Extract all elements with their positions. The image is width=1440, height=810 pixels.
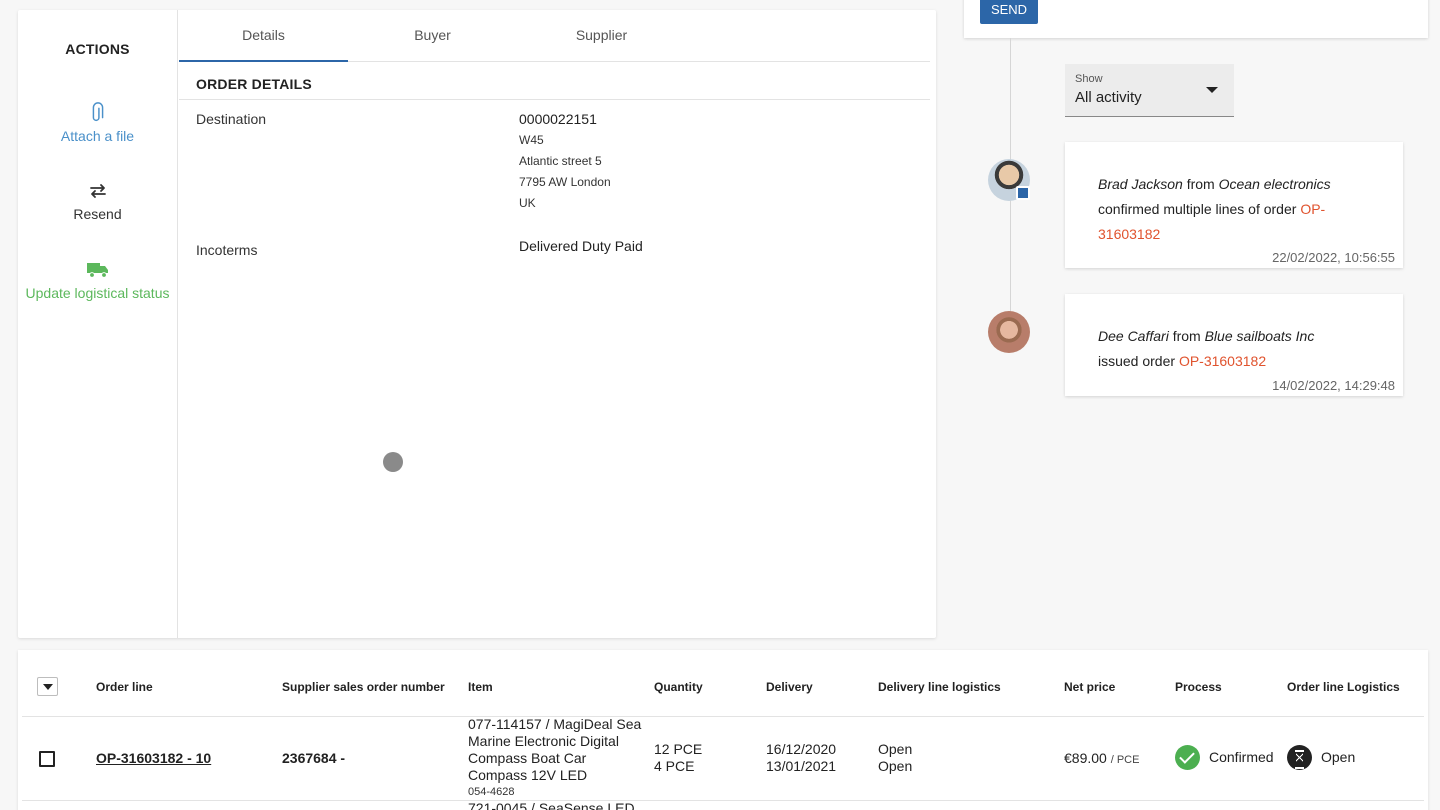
activity-action: confirmed multiple lines of order — [1098, 201, 1297, 217]
activity-card: Dee Caffari from Blue sailboats Inc issu… — [1065, 294, 1403, 396]
avatar — [988, 311, 1030, 353]
activity-from: from — [1172, 328, 1201, 344]
tab-details[interactable]: Details — [179, 10, 348, 62]
activity-user: Brad Jackson — [1098, 176, 1183, 192]
tab-buyer[interactable]: Buyer — [348, 10, 517, 62]
resend-action[interactable]: Resend — [18, 180, 177, 223]
delivery-logistics-status: Open — [878, 741, 913, 757]
bookmark-icon — [1016, 186, 1030, 200]
net-price-cell: €89.00 / PCE — [1064, 750, 1139, 766]
activity-filter-label: Show — [1075, 73, 1103, 85]
activity-timestamp: 22/02/2022, 10:56:55 — [1272, 250, 1395, 265]
delivery-cell: 16/12/2020 13/01/2021 — [766, 741, 836, 775]
supplier-so-number: 2367684 - — [282, 750, 346, 766]
repeat-icon — [89, 184, 106, 198]
column-header-order-line[interactable]: Order line — [96, 680, 153, 694]
column-header-order-line-logistics[interactable]: Order line Logistics — [1287, 680, 1400, 694]
send-button[interactable]: SEND — [980, 0, 1038, 24]
detail-tabs: Details Buyer Supplier — [179, 10, 930, 62]
net-price-unit: / PCE — [1110, 754, 1140, 766]
update-logistics-label: Update logistical status — [25, 285, 170, 301]
actions-title: ACTIONS — [65, 41, 130, 57]
delivery-logistics-status: Open — [878, 758, 913, 774]
select-all-dropdown[interactable] — [37, 677, 58, 696]
item-description: 077-114157 / MagiDeal Sea Marine Electro… — [468, 716, 658, 801]
order-card: ACTIONS Attach a file Resend Update logi… — [18, 10, 936, 638]
item-line: 077-114157 / MagiDeal Sea — [468, 716, 642, 732]
update-logistics-action[interactable]: Update logistical status — [18, 259, 177, 302]
order-link[interactable]: OP-31603182 — [1179, 353, 1266, 369]
activity-filter-select[interactable]: Show All activity — [1065, 64, 1234, 117]
column-header-net-price[interactable]: Net price — [1064, 680, 1115, 694]
next-row-item: 721-0045 / SeaSense LED — [468, 800, 635, 810]
activity-card: Brad Jackson from Ocean electronics conf… — [1065, 142, 1403, 268]
net-price-value: €89.00 — [1064, 750, 1107, 766]
order-details-title: ORDER DETAILS — [196, 76, 312, 92]
delivery-date: 16/12/2020 — [766, 741, 837, 757]
item-line: Compass 12V LED — [468, 767, 588, 783]
activity-company: Blue sailboats Inc — [1204, 328, 1315, 344]
process-status: Confirmed — [1209, 749, 1274, 765]
column-header-delivery[interactable]: Delivery — [766, 680, 813, 694]
item-line: Compass Boat Car — [468, 750, 587, 766]
truck-icon — [86, 263, 108, 278]
resend-label: Resend — [73, 206, 122, 222]
incoterms-label: Incoterms — [196, 242, 258, 258]
check-circle-icon — [1175, 745, 1200, 770]
activity-text: Dee Caffari from Blue sailboats Inc issu… — [1098, 324, 1353, 374]
column-header-supplier-so[interactable]: Supplier sales order number — [282, 680, 445, 694]
hourglass-icon — [1287, 745, 1312, 770]
activity-from: from — [1186, 176, 1215, 192]
column-header-process[interactable]: Process — [1175, 680, 1222, 694]
attach-file-action[interactable]: Attach a file — [18, 102, 177, 145]
column-header-quantity[interactable]: Quantity — [654, 680, 703, 694]
incoterms-value: Delivered Duty Paid — [519, 238, 643, 254]
activity-action: issued order — [1098, 353, 1176, 369]
address-line: W45 — [519, 133, 544, 147]
paperclip-icon — [92, 102, 103, 121]
activity-user: Dee Caffari — [1098, 328, 1169, 344]
address-line: 7795 AW London — [519, 175, 611, 189]
tab-supplier[interactable]: Supplier — [517, 10, 686, 62]
activity-company: Ocean electronics — [1218, 176, 1331, 192]
destination-code: 0000022151 — [519, 111, 597, 127]
actions-panel: ACTIONS Attach a file Resend Update logi… — [18, 10, 178, 638]
caret-down-icon — [1206, 87, 1218, 93]
row-checkbox[interactable] — [39, 751, 55, 767]
quantity-value: 12 PCE — [654, 741, 703, 757]
cursor-indicator — [383, 452, 403, 472]
activity-filter-value: All activity — [1075, 89, 1142, 106]
order-line-link[interactable]: OP-31603182 - 10 — [96, 750, 211, 766]
delivery-logistics-cell: Open Open — [878, 741, 912, 775]
quantity-value: 4 PCE — [654, 758, 695, 774]
item-line: Marine Electronic Digital — [468, 733, 619, 749]
attach-file-label: Attach a file — [60, 128, 135, 144]
header-divider — [22, 716, 1424, 717]
address-line: Atlantic street 5 — [519, 154, 602, 168]
column-header-item[interactable]: Item — [468, 680, 493, 694]
order-line-logistics-status: Open — [1321, 749, 1356, 765]
column-header-delivery-logistics[interactable]: Delivery line logistics — [878, 680, 1001, 694]
section-divider — [179, 99, 930, 100]
order-lines-table: Order line Supplier sales order number I… — [18, 650, 1428, 810]
row-divider — [22, 800, 1424, 801]
activity-text: Brad Jackson from Ocean electronics conf… — [1098, 172, 1353, 247]
quantity-cell: 12 PCE 4 PCE — [654, 741, 702, 775]
delivery-date: 13/01/2021 — [766, 758, 837, 774]
item-code: 054-4628 — [468, 786, 515, 798]
address-line: UK — [519, 196, 536, 210]
destination-label: Destination — [196, 111, 267, 127]
activity-timestamp: 14/02/2022, 14:29:48 — [1272, 378, 1395, 393]
message-panel: SEND — [964, 0, 1428, 38]
